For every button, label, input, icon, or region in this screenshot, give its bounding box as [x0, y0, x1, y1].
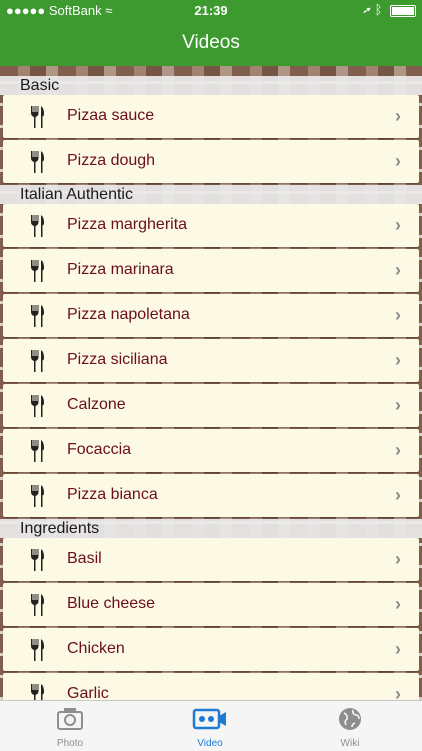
list-item[interactable]: Focaccia ›: [3, 429, 419, 472]
list-item-label: Garlic: [67, 685, 109, 700]
list-item[interactable]: Pizza siciliana ›: [3, 339, 419, 382]
chevron-right-icon: ›: [395, 440, 401, 460]
fork-icon: [29, 214, 45, 238]
list-item-label: Chicken: [67, 640, 125, 657]
list-item-label: Calzone: [67, 396, 126, 413]
chevron-right-icon: ›: [395, 350, 401, 370]
chevron-right-icon: ›: [395, 549, 401, 569]
list-item[interactable]: Calzone ›: [3, 384, 419, 427]
tab-bar: Photo Video Wiki: [0, 700, 422, 751]
tab-video[interactable]: Video: [140, 701, 280, 751]
chevron-right-icon: ›: [395, 395, 401, 415]
fork-icon: [29, 150, 45, 174]
list-item-label: Pizza dough: [67, 152, 156, 169]
fork-icon: [29, 548, 45, 572]
fork-icon: [29, 593, 45, 617]
chevron-right-icon: ›: [395, 215, 401, 235]
fork-icon: [29, 394, 45, 418]
section-header: Ingredients: [0, 519, 422, 538]
list-item-label: Pizza bianca: [67, 486, 158, 503]
chevron-right-icon: ›: [395, 684, 401, 700]
list-item-label: Focaccia: [67, 441, 132, 458]
tab-label: Photo: [56, 738, 84, 749]
list-item[interactable]: Basil ›: [3, 538, 419, 581]
list-item[interactable]: Pizza marinara ›: [3, 249, 419, 292]
section-header: Basic: [0, 76, 422, 95]
tab-photo[interactable]: Photo: [0, 701, 140, 751]
chevron-right-icon: ›: [395, 485, 401, 505]
list-item-label: Basil: [67, 550, 102, 567]
fork-icon: [29, 105, 45, 129]
fork-icon: [29, 439, 45, 463]
list-item-label: Pizza siciliana: [67, 351, 168, 368]
chevron-right-icon: ›: [395, 260, 401, 280]
status-bar: ●●●●● SoftBank ≈ 21:39 ➚ ᛒ: [0, 0, 422, 20]
list-item[interactable]: Pizza margherita ›: [3, 204, 419, 247]
list-item-label: Blue cheese: [67, 595, 156, 612]
fork-icon: [29, 304, 45, 328]
fork-icon: [29, 484, 45, 508]
list-item[interactable]: Pizza napoletana ›: [3, 294, 419, 337]
video-camera-icon: [140, 707, 280, 731]
section-header: Italian Authentic: [0, 185, 422, 204]
status-right: ➚ ᛒ: [363, 2, 416, 17]
tab-wiki[interactable]: Wiki: [280, 701, 420, 751]
chevron-right-icon: ›: [395, 305, 401, 325]
location-icon: ➚: [363, 2, 371, 17]
video-list[interactable]: Basic Pizaa sauce › Pizza dough › Italian Aut…: [0, 76, 422, 700]
list-item[interactable]: Pizaa sauce ›: [3, 95, 419, 138]
tab-label: Wiki: [340, 738, 360, 749]
battery-icon: [390, 4, 416, 17]
list-item-label: Pizza napoletana: [67, 306, 190, 323]
tab-label: Video: [197, 738, 223, 749]
bluetooth-icon: ᛒ: [374, 2, 383, 17]
fork-icon: [29, 683, 45, 700]
list-item-label: Pizza marinara: [67, 261, 174, 278]
fork-icon: [29, 349, 45, 373]
list-item[interactable]: Garlic ›: [3, 673, 419, 700]
list-item[interactable]: Chicken ›: [3, 628, 419, 671]
chevron-right-icon: ›: [395, 151, 401, 171]
chevron-right-icon: ›: [395, 594, 401, 614]
globe-icon: [280, 707, 420, 731]
list-item[interactable]: Blue cheese ›: [3, 583, 419, 626]
list-item[interactable]: Pizza bianca ›: [3, 474, 419, 517]
clock: 21:39: [194, 3, 228, 18]
list-item-label: Pizaa sauce: [67, 107, 155, 124]
list-item[interactable]: Pizza dough ›: [3, 140, 419, 183]
nav-title: Videos: [182, 32, 240, 53]
list-item-label: Pizza margherita: [67, 216, 188, 233]
chevron-right-icon: ›: [395, 106, 401, 126]
chevron-right-icon: ›: [395, 639, 401, 659]
fork-icon: [29, 259, 45, 283]
camera-icon: [0, 707, 140, 731]
fork-icon: [29, 638, 45, 662]
nav-bar: Videos: [0, 20, 422, 66]
